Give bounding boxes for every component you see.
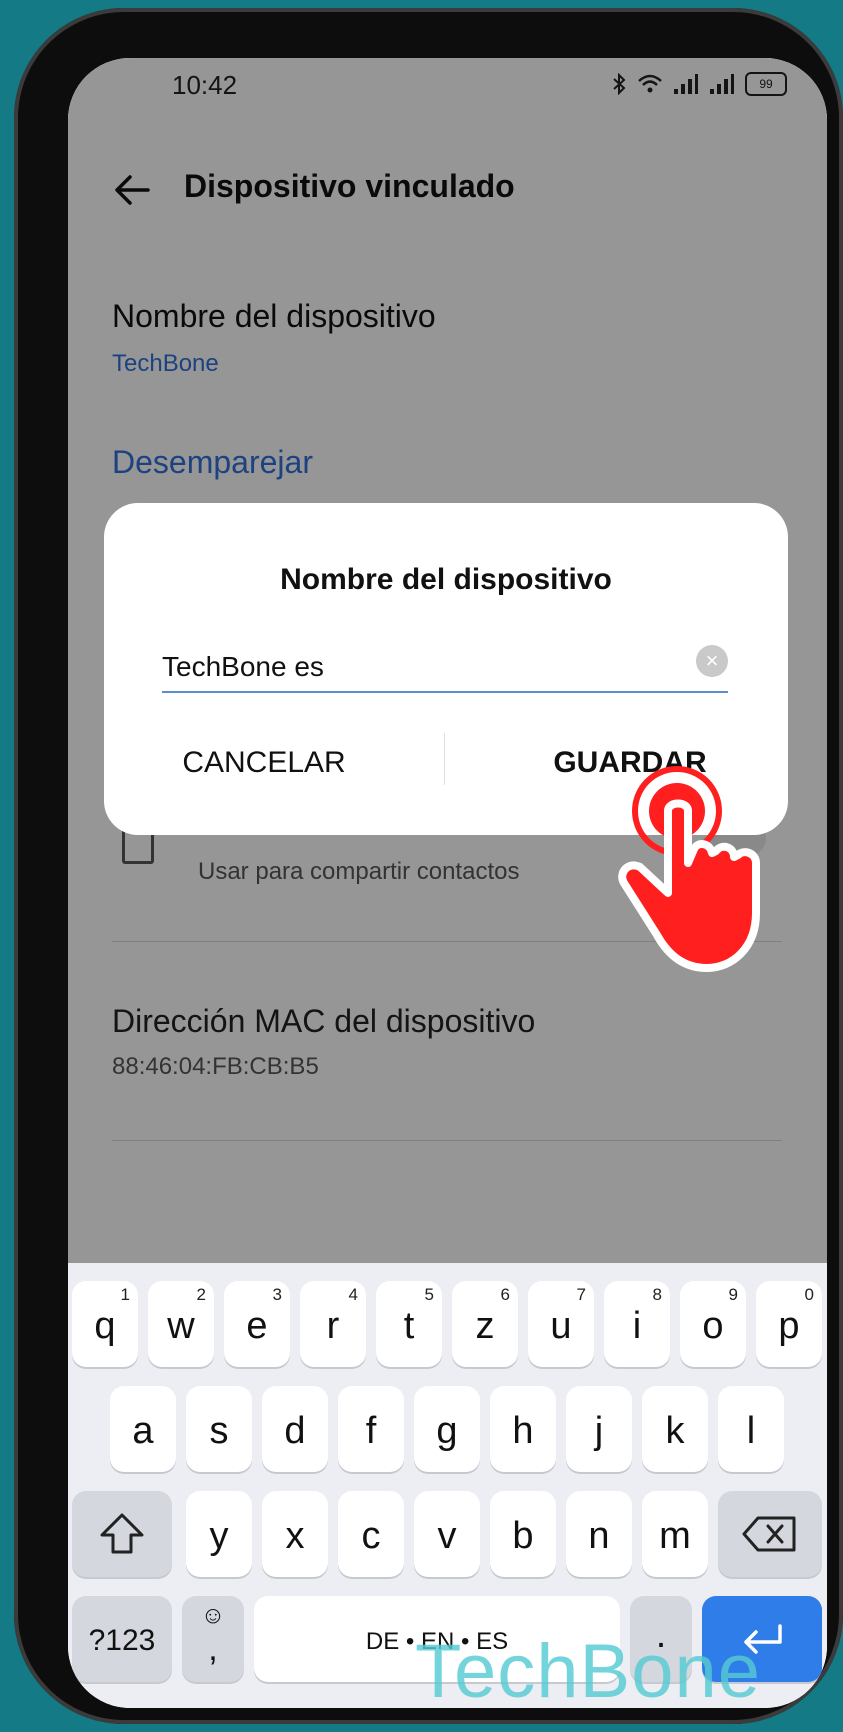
clear-input-icon[interactable]: × — [696, 645, 728, 677]
key-o[interactable]: 9o — [680, 1281, 746, 1367]
key-x[interactable]: x — [262, 1491, 328, 1577]
key-g[interactable]: g — [414, 1386, 480, 1472]
key-z[interactable]: 6z — [452, 1281, 518, 1367]
key-n[interactable]: n — [566, 1491, 632, 1577]
key-r[interactable]: 4r — [300, 1281, 366, 1367]
key-u[interactable]: 7u — [528, 1281, 594, 1367]
key-h[interactable]: h — [490, 1386, 556, 1472]
device-name-input-text[interactable]: TechBone es — [162, 651, 324, 683]
backspace-icon — [742, 1516, 796, 1552]
backspace-key[interactable] — [718, 1491, 822, 1577]
key-c[interactable]: c — [338, 1491, 404, 1577]
key-j[interactable]: j — [566, 1386, 632, 1472]
symbols-key[interactable]: ?123 — [72, 1596, 172, 1682]
key-k[interactable]: k — [642, 1386, 708, 1472]
emoji-icon: ☺ — [200, 1602, 226, 1629]
key-w[interactable]: 2w — [148, 1281, 214, 1367]
shift-key[interactable] — [72, 1491, 172, 1577]
key-t[interactable]: 5t — [376, 1281, 442, 1367]
key-m[interactable]: m — [642, 1491, 708, 1577]
dialog-title: Nombre del dispositivo — [280, 563, 612, 596]
key-d[interactable]: d — [262, 1386, 328, 1472]
key-p[interactable]: 0p — [756, 1281, 822, 1367]
key-f[interactable]: f — [338, 1386, 404, 1472]
cancel-button[interactable]: CANCELAR — [164, 738, 364, 788]
key-q[interactable]: 1q — [72, 1281, 138, 1367]
shift-icon — [100, 1513, 144, 1554]
key-s[interactable]: s — [186, 1386, 252, 1472]
key-l[interactable]: l — [718, 1386, 784, 1472]
device-name-input[interactable]: TechBone es × — [162, 643, 728, 693]
key-a[interactable]: a — [110, 1386, 176, 1472]
key-v[interactable]: v — [414, 1491, 480, 1577]
tap-hand-icon — [618, 766, 760, 972]
key-y[interactable]: y — [186, 1491, 252, 1577]
key-e[interactable]: 3e — [224, 1281, 290, 1367]
key-b[interactable]: b — [490, 1491, 556, 1577]
key-i[interactable]: 8i — [604, 1281, 670, 1367]
watermark-logo: TechBone — [415, 1629, 762, 1714]
button-divider — [444, 733, 445, 785]
emoji-comma-key[interactable]: ☺ , — [182, 1596, 244, 1682]
